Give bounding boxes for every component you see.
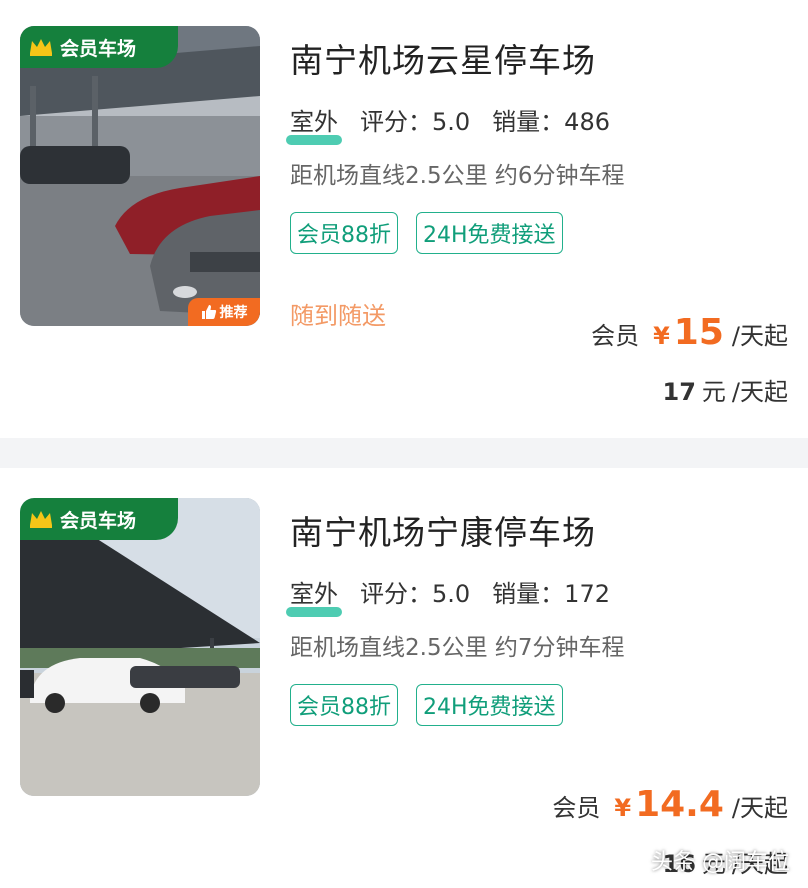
badge-label: 会员车场 (60, 509, 137, 532)
parking-lot-photo[interactable]: 会员车场 推荐 (20, 26, 260, 326)
regular-price-unit: /天起 (731, 378, 788, 406)
member-price: 会员 ¥ 15 /天起 (591, 312, 788, 353)
lot-type-underline (286, 607, 342, 617)
member-price-amount: 15 (673, 312, 724, 353)
distance-info: 距机场直线2.5公里 约6分钟车程 (290, 163, 625, 189)
parking-lot-image (20, 498, 260, 796)
lot-meta-row: 室外 评分：5.0 销量：486 (286, 102, 610, 145)
rating: 评分：5.0 (360, 108, 471, 136)
thumbs-up-icon (201, 305, 216, 319)
currency-symbol: ¥ (653, 322, 670, 350)
parking-lot-photo[interactable]: 会员车场 (20, 498, 260, 796)
badge-label: 会员车场 (60, 37, 137, 60)
parking-lot-name[interactable]: 南宁机场云星停车场 (290, 34, 596, 82)
tag-free-shuttle: 24H免费接送 (416, 684, 563, 726)
watermark-text: 头条 @阔车位 (651, 850, 790, 875)
member-price: 会员 ¥ 14.4 /天起 (552, 784, 788, 825)
member-lot-badge: 会员车场 (20, 26, 178, 68)
regular-price: 17 元 /天起 (663, 372, 789, 407)
parking-listing-card[interactable]: 会员车场 南宁机场宁康停车场 室外 评分：5.0 销量：172 距机场直线2.5… (0, 468, 808, 888)
tag-member-discount: 会员88折 (290, 212, 398, 254)
parking-lot-image (20, 26, 260, 326)
crown-icon (30, 39, 52, 56)
price-unit: /天起 (731, 794, 788, 822)
recommend-badge: 推荐 (188, 298, 260, 326)
feature-tags: 会员88折 24H免费接送 (290, 684, 563, 726)
lot-type-label: 室外 (290, 580, 338, 608)
feature-tags: 会员88折 24H免费接送 (290, 212, 563, 254)
member-price-label: 会员 (552, 794, 601, 822)
parking-listing-card[interactable]: 会员车场 推荐 南宁机场云星停车场 室外 评分：5.0 销量：486 距机场直线… (0, 0, 808, 438)
service-note: 随到随送 (290, 302, 386, 330)
distance-info: 距机场直线2.5公里 约7分钟车程 (290, 635, 625, 661)
tag-member-discount: 会员88折 (290, 684, 398, 726)
regular-price-amount: 17 (662, 378, 696, 406)
regular-price-yuan: 元 (701, 378, 726, 406)
lot-type-underline (286, 135, 342, 145)
rating: 评分：5.0 (360, 580, 471, 608)
parking-lot-name[interactable]: 南宁机场宁康停车场 (290, 506, 596, 554)
price-unit: /天起 (731, 322, 788, 350)
recommend-label: 推荐 (219, 305, 248, 321)
lot-type: 室外 (286, 102, 342, 145)
tag-free-shuttle: 24H免费接送 (416, 212, 563, 254)
sales-count: 销量：486 (492, 108, 610, 136)
member-price-label: 会员 (591, 322, 640, 350)
watermark: 头条 @阔车位 (651, 844, 790, 876)
sales-count: 销量：172 (492, 580, 610, 608)
lot-type-label: 室外 (290, 108, 338, 136)
member-price-amount: 14.4 (635, 784, 724, 825)
member-lot-badge: 会员车场 (20, 498, 178, 540)
lot-type: 室外 (286, 574, 342, 617)
currency-symbol: ¥ (614, 794, 632, 822)
lot-meta-row: 室外 评分：5.0 销量：172 (286, 574, 610, 617)
crown-icon (30, 511, 52, 528)
